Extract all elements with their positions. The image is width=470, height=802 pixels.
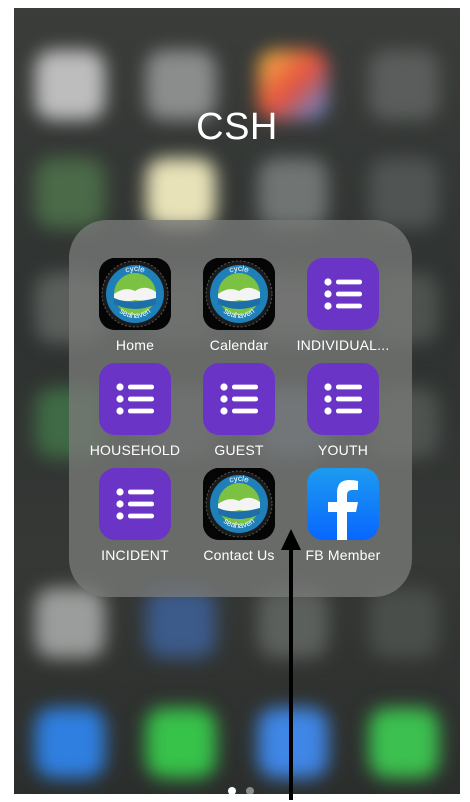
annotation-arrow bbox=[281, 529, 301, 800]
